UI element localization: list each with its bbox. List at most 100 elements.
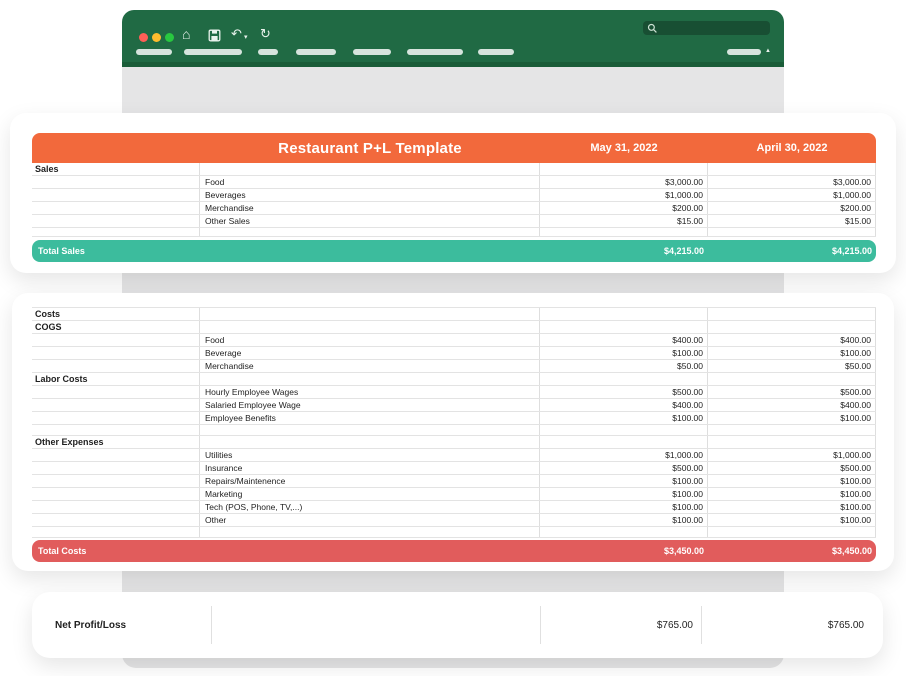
ribbon-item-pill[interactable] [353, 49, 391, 55]
cell-may[interactable] [540, 228, 708, 236]
cell-april[interactable]: $1,000.00 [708, 449, 876, 461]
cell-april[interactable]: $400.00 [708, 399, 876, 411]
cell-a[interactable] [32, 228, 200, 236]
cell-may[interactable]: $1,000.00 [540, 449, 708, 461]
cell-a[interactable] [32, 386, 200, 398]
cell-april[interactable]: $100.00 [708, 501, 876, 513]
cell-b[interactable]: Food [200, 334, 540, 346]
cell-b[interactable] [200, 163, 540, 175]
cell-a[interactable] [32, 399, 200, 411]
cell-a[interactable] [32, 347, 200, 359]
maximize-window-button[interactable] [165, 33, 174, 42]
cell-may[interactable]: $50.00 [540, 360, 708, 372]
cell-b[interactable]: Insurance [200, 462, 540, 474]
net-profit-april-value[interactable]: $765.00 [701, 606, 883, 644]
ribbon-item-pill[interactable] [478, 49, 514, 55]
cell-may[interactable]: $1,000.00 [540, 189, 708, 201]
cell-april[interactable]: $100.00 [708, 347, 876, 359]
cell-b[interactable] [200, 527, 540, 537]
cell-april[interactable]: $3,000.00 [708, 176, 876, 188]
cell-b[interactable]: Employee Benefits [200, 412, 540, 424]
cell-b[interactable] [200, 425, 540, 435]
cell-april[interactable]: $100.00 [708, 475, 876, 487]
cell-b[interactable]: Repairs/Maintenence [200, 475, 540, 487]
cell-may[interactable]: $400.00 [540, 399, 708, 411]
cell-may[interactable] [540, 436, 708, 448]
cell-may[interactable]: $100.00 [540, 412, 708, 424]
cell-april[interactable]: $500.00 [708, 386, 876, 398]
cell-may[interactable]: $100.00 [540, 488, 708, 500]
cell-may[interactable]: $100.00 [540, 475, 708, 487]
ribbon-item-pill[interactable] [258, 49, 278, 55]
cell-b[interactable]: Other Sales [200, 215, 540, 227]
ribbon-item-pill[interactable] [296, 49, 336, 55]
cell-may[interactable]: $15.00 [540, 215, 708, 227]
cell-a[interactable] [32, 176, 200, 188]
cell-april[interactable]: $200.00 [708, 202, 876, 214]
cell-b[interactable] [200, 436, 540, 448]
cell-a[interactable] [32, 462, 200, 474]
cell-april[interactable]: $50.00 [708, 360, 876, 372]
cell-april[interactable]: $100.00 [708, 514, 876, 526]
collapse-ribbon-icon[interactable]: ▲ [765, 48, 771, 54]
cell-b[interactable]: Hourly Employee Wages [200, 386, 540, 398]
ribbon-item-pill[interactable] [184, 49, 242, 55]
cell-a[interactable] [32, 202, 200, 214]
cell-may[interactable]: $500.00 [540, 386, 708, 398]
cell-b[interactable] [200, 308, 540, 320]
cell-april[interactable]: $100.00 [708, 488, 876, 500]
cell-b[interactable]: Beverages [200, 189, 540, 201]
cell-a[interactable] [32, 488, 200, 500]
close-window-button[interactable] [139, 33, 148, 42]
cell-a[interactable]: Other Expenses [32, 436, 200, 448]
cell-b[interactable]: Utilities [200, 449, 540, 461]
net-profit-may-value[interactable]: $765.00 [540, 606, 701, 644]
cell-may[interactable] [540, 308, 708, 320]
cell-april[interactable]: $100.00 [708, 412, 876, 424]
ribbon-item-pill[interactable] [136, 49, 172, 55]
cell-april[interactable]: $400.00 [708, 334, 876, 346]
cell-b[interactable]: Salaried Employee Wage [200, 399, 540, 411]
cell-may[interactable] [540, 527, 708, 537]
cell-a[interactable] [32, 334, 200, 346]
cell-may[interactable] [540, 321, 708, 333]
redo-icon[interactable]: ↻ [260, 27, 271, 41]
cell-may[interactable] [540, 163, 708, 175]
cell-april[interactable] [708, 425, 876, 435]
cell-a[interactable] [32, 189, 200, 201]
cell-a[interactable] [32, 360, 200, 372]
cell-may[interactable]: $400.00 [540, 334, 708, 346]
cell-a[interactable]: Costs [32, 308, 200, 320]
cell-b[interactable]: Other [200, 514, 540, 526]
cell-a[interactable]: Sales [32, 163, 200, 175]
cell-april[interactable] [708, 321, 876, 333]
home-icon[interactable]: ⌂ [182, 27, 190, 41]
cell-a[interactable] [32, 215, 200, 227]
cell-may[interactable]: $100.00 [540, 501, 708, 513]
cell-b[interactable]: Merchandise [200, 202, 540, 214]
total-costs-row[interactable]: Total Costs $3,450.00 $3,450.00 [32, 540, 876, 562]
cell-a[interactable] [32, 412, 200, 424]
search-input[interactable] [643, 21, 770, 35]
total-sales-row[interactable]: Total Sales $4,215.00 $4,215.00 [32, 240, 876, 262]
cell-may[interactable]: $500.00 [540, 462, 708, 474]
cell-april[interactable] [708, 527, 876, 537]
cell-april[interactable] [708, 436, 876, 448]
cell-may[interactable]: $3,000.00 [540, 176, 708, 188]
cell-b[interactable]: Marketing [200, 488, 540, 500]
net-profit-spacer-cell[interactable] [211, 606, 540, 644]
cell-april[interactable]: $1,000.00 [708, 189, 876, 201]
cell-a[interactable] [32, 425, 200, 435]
cell-april[interactable]: $500.00 [708, 462, 876, 474]
cell-april[interactable] [708, 163, 876, 175]
ribbon-collapse-pill[interactable] [727, 49, 761, 55]
cell-may[interactable]: $100.00 [540, 347, 708, 359]
cell-b[interactable] [200, 373, 540, 385]
minimize-window-button[interactable] [152, 33, 161, 42]
cell-a[interactable] [32, 514, 200, 526]
cell-may[interactable]: $100.00 [540, 514, 708, 526]
column-header-april[interactable]: April 30, 2022 [708, 142, 876, 154]
ribbon-item-pill[interactable] [407, 49, 463, 55]
cell-april[interactable] [708, 308, 876, 320]
undo-dropdown-icon[interactable]: ▾ [244, 31, 248, 45]
